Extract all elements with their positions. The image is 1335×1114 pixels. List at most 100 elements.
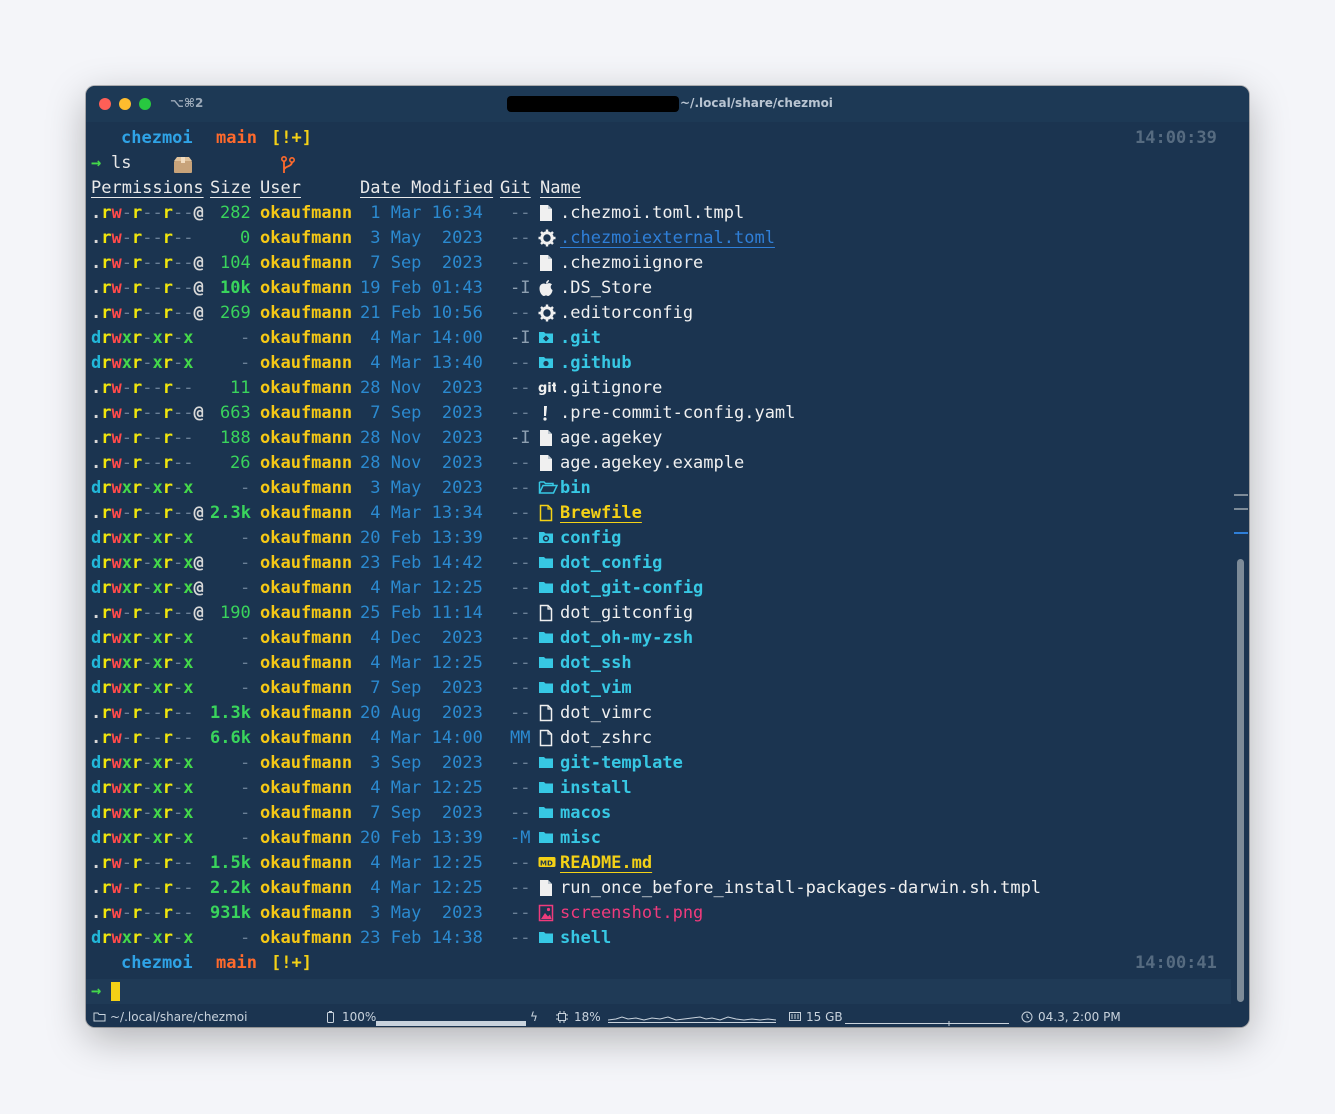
file-outline-icon: [538, 729, 554, 751]
file-size: -: [240, 803, 251, 823]
folder-icon: [538, 754, 554, 774]
file-date: 7 Sep 2023: [360, 403, 483, 423]
file-user: okaufmann: [260, 778, 353, 798]
file-name[interactable]: .DS_Store: [560, 276, 652, 301]
file-user: okaufmann: [260, 878, 353, 898]
file-permissions: .rw-r--r--: [91, 228, 194, 248]
file-name[interactable]: screenshot.png: [560, 901, 703, 926]
file-name[interactable]: age.agekey: [560, 426, 662, 451]
terminal-output[interactable]: chezmoi main [!+] 14:00:39 → ls Permissi…: [86, 122, 1249, 998]
file-user: okaufmann: [260, 453, 353, 473]
file-name[interactable]: .editorconfig: [560, 301, 693, 326]
file-permissions: drwxr-xr-x: [91, 653, 194, 673]
file-date: 28 Nov 2023: [360, 428, 483, 448]
close-button[interactable]: [99, 98, 111, 110]
file-permissions: drwxr-xr-x: [91, 828, 194, 848]
file-date: 23 Feb 14:42: [360, 553, 483, 573]
file-user: okaufmann: [260, 528, 353, 548]
title-bar[interactable]: ⌥⌘2 ~/.local/share/chezmoi: [86, 86, 1249, 122]
status-path: ~/.local/share/chezmoi: [110, 1010, 248, 1024]
file-name[interactable]: dot_gitconfig: [560, 601, 693, 626]
file-date: 4 Mar 13:40: [360, 353, 483, 373]
file-name[interactable]: run_once_before_install-packages-darwin.…: [560, 876, 1041, 901]
file-size: 269: [220, 303, 251, 323]
memory-icon: [789, 1010, 801, 1024]
file-permissions: .rw-r--r--: [91, 878, 194, 898]
file-name[interactable]: dot_git-config: [560, 576, 703, 601]
minimize-button[interactable]: [119, 98, 131, 110]
svg-text:MD: MD: [540, 860, 553, 868]
file-name[interactable]: .pre-commit-config.yaml: [560, 401, 795, 426]
command-input[interactable]: →: [86, 979, 1231, 1004]
file-name[interactable]: misc: [560, 826, 601, 851]
file-name[interactable]: git-template: [560, 751, 683, 776]
file-user: okaufmann: [260, 278, 353, 298]
scroll-thumb[interactable]: [1237, 559, 1244, 1002]
file-size: 2.3k: [210, 503, 251, 523]
file-size: 931k: [210, 903, 251, 923]
command-line: → ls: [91, 151, 152, 176]
file-size: -: [240, 353, 251, 373]
file-icon: [538, 879, 554, 901]
file-name[interactable]: .github: [560, 351, 632, 376]
file-git-status: --: [510, 203, 531, 223]
file-name[interactable]: .chezmoiignore: [560, 251, 703, 276]
zoom-button[interactable]: [139, 98, 151, 110]
svg-text:git: git: [538, 381, 556, 396]
file-git-status: --: [510, 903, 531, 923]
file-date: 7 Sep 2023: [360, 803, 483, 823]
file-git-status: --: [510, 803, 531, 823]
memory-bar: [845, 1015, 1009, 1027]
file-name[interactable]: dot_zshrc: [560, 726, 652, 751]
file-git-status: --: [510, 878, 531, 898]
file-name[interactable]: dot_vim: [560, 676, 632, 701]
header-name: Name: [540, 178, 581, 198]
file-git-status: --: [510, 453, 531, 473]
status-bar: ~/.local/share/chezmoi 100% ϟ 18% 15 GB …: [86, 1008, 1249, 1027]
folder-icon: [538, 654, 554, 674]
file-date: 4 Mar 14:00: [360, 728, 483, 748]
file-user: okaufmann: [260, 928, 353, 948]
open-folder-icon: [538, 479, 559, 499]
file-user: okaufmann: [260, 378, 353, 398]
file-name[interactable]: bin: [560, 476, 591, 501]
file-name[interactable]: dot_config: [560, 551, 662, 576]
file-date: 4 Mar 12:25: [360, 653, 483, 673]
file-user: okaufmann: [260, 703, 353, 723]
file-size: -: [240, 628, 251, 648]
file-name[interactable]: dot_oh-my-zsh: [560, 626, 693, 651]
image-icon: [538, 904, 554, 926]
file-name[interactable]: dot_vimrc: [560, 701, 652, 726]
file-permissions: .rw-r--r--@: [91, 303, 204, 323]
battery-bar: [376, 1015, 526, 1027]
file-permissions: .rw-r--r--: [91, 728, 194, 748]
file-name[interactable]: config: [560, 526, 621, 551]
file-name[interactable]: .git: [560, 326, 601, 351]
file-date: 20 Feb 13:39: [360, 528, 483, 548]
file-name[interactable]: .gitignore: [560, 376, 662, 401]
file-name[interactable]: .chezmoi.toml.tmpl: [560, 201, 744, 226]
file-git-status: --: [510, 603, 531, 623]
file-size: 663: [220, 403, 251, 423]
file-git-status: --: [510, 703, 531, 723]
file-user: okaufmann: [260, 853, 353, 873]
file-user: okaufmann: [260, 403, 353, 423]
file-user: okaufmann: [260, 603, 353, 623]
file-date: 3 May 2023: [360, 478, 483, 498]
prompt-line: chezmoi main [!+] 14:00:41: [91, 951, 1217, 998]
file-user: okaufmann: [260, 203, 353, 223]
file-size: -: [240, 653, 251, 673]
file-name[interactable]: age.agekey.example: [560, 451, 744, 476]
file-name[interactable]: shell: [560, 926, 611, 951]
file-name[interactable]: .chezmoiexternal.toml: [560, 226, 775, 251]
file-date: 4 Mar 12:25: [360, 778, 483, 798]
file-name[interactable]: dot_ssh: [560, 651, 632, 676]
folder-icon: [538, 579, 554, 599]
file-name[interactable]: README.md: [560, 851, 652, 876]
file-name[interactable]: install: [560, 776, 632, 801]
file-user: okaufmann: [260, 478, 353, 498]
file-name[interactable]: Brewfile: [560, 501, 642, 526]
file-name[interactable]: macos: [560, 801, 611, 826]
scrollbar[interactable]: [1233, 122, 1249, 1008]
file-user: okaufmann: [260, 328, 353, 348]
